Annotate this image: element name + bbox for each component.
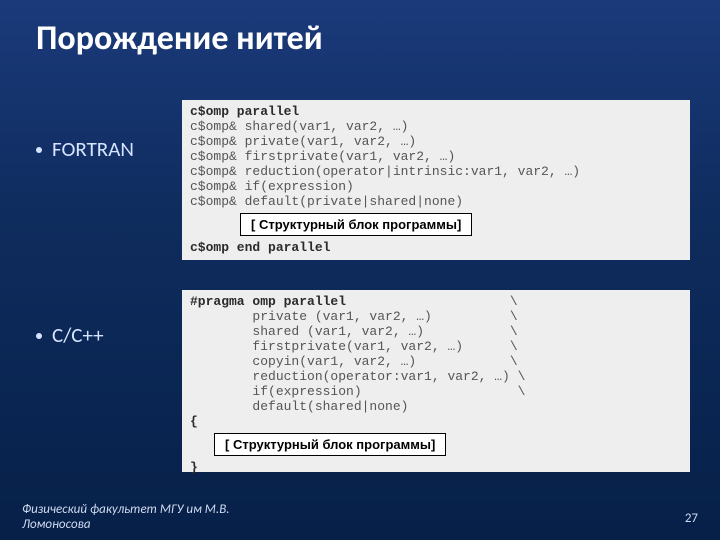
code-line: c$omp& private(var1, var2, …) <box>190 134 682 149</box>
slide: Порождение нитей FORTRAN C/C++ c$omp par… <box>0 0 720 540</box>
code-line: private (var1, var2, …) \ <box>190 309 682 324</box>
structural-block-label: [ Структурный блок программы] <box>214 433 446 456</box>
slide-number: 27 <box>685 511 698 526</box>
code-line: { <box>190 414 682 429</box>
code-strong: #pragma omp parallel <box>190 294 346 309</box>
bullet-dot-icon <box>36 333 42 339</box>
code-line: c$omp& reduction(operator|intrinsic:var1… <box>190 164 682 179</box>
code-line: } <box>190 460 682 475</box>
code-line: c$omp& default(private|shared|none) <box>190 194 682 209</box>
code-block-cpp: #pragma omp parallel \ private (var1, va… <box>182 290 690 472</box>
code-cont: \ <box>346 294 518 309</box>
bullet-fortran-label: FORTRAN <box>52 136 134 162</box>
bullet-dot-icon <box>36 147 42 153</box>
code-line: copyin(var1, var2, …) \ <box>190 354 682 369</box>
code-line: if(expression) \ <box>190 384 682 399</box>
footer-line: Физический факультет МГУ им М.В. <box>22 502 230 517</box>
code-line: firstprivate(var1, var2, …) \ <box>190 339 682 354</box>
code-line: #pragma omp parallel \ <box>190 294 682 309</box>
code-line: reduction(operator:var1, var2, …) \ <box>190 369 682 384</box>
structural-block-label: [ Структурный блок программы] <box>240 213 472 236</box>
bullet-fortran: FORTRAN <box>36 136 134 162</box>
slide-title: Порождение нитей <box>36 18 323 59</box>
footer-line: Ломоносова <box>22 517 230 532</box>
code-line: c$omp end parallel <box>190 240 682 255</box>
code-line: c$omp parallel <box>190 104 682 119</box>
code-block-fortran: c$omp parallel c$omp& shared(var1, var2,… <box>182 100 690 260</box>
code-line: default(shared|none) <box>190 399 682 414</box>
code-line: c$omp& if(expression) <box>190 179 682 194</box>
code-line: c$omp& shared(var1, var2, …) <box>190 119 682 134</box>
code-line: shared (var1, var2, …) \ <box>190 324 682 339</box>
bullet-cpp: C/C++ <box>36 322 104 348</box>
footer-affiliation: Физический факультет МГУ им М.В. Ломонос… <box>22 502 230 532</box>
code-line: c$omp& firstprivate(var1, var2, …) <box>190 149 682 164</box>
bullet-cpp-label: C/C++ <box>52 322 104 348</box>
